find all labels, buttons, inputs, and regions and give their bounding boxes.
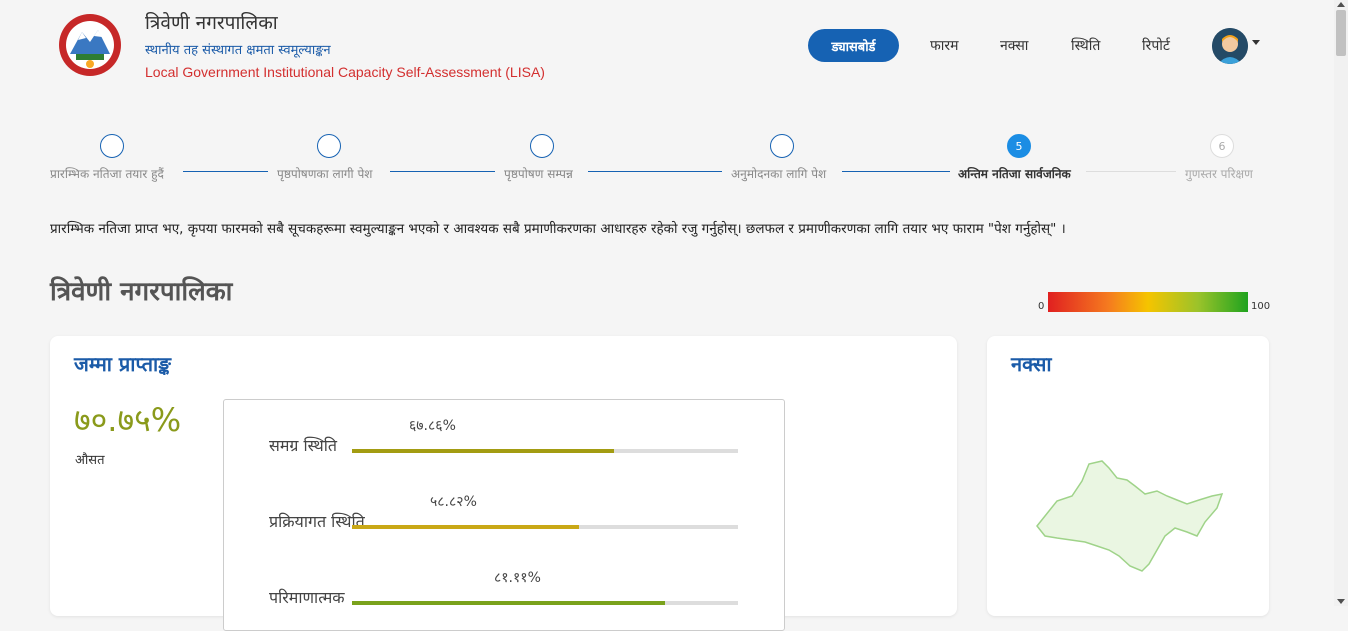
total-score-value: ७०.७५% bbox=[74, 401, 182, 439]
scroll-up-arrow-icon[interactable] bbox=[1337, 2, 1345, 7]
step-1-circle bbox=[100, 134, 124, 158]
header: त्रिवेणी नगरपालिका स्थानीय तह संस्थागत क… bbox=[0, 0, 1334, 100]
map-card-title: नक्सा bbox=[1011, 352, 1052, 376]
metric-label: समग्र स्थिति bbox=[269, 436, 338, 455]
metric-value: ६७.८६% bbox=[409, 418, 456, 434]
metric-bar-fill bbox=[352, 601, 666, 605]
step-5-label: अन्तिम नतिजा सार्वजनिक bbox=[958, 167, 1071, 181]
nav-status-link[interactable]: स्थिति bbox=[1071, 36, 1100, 55]
nepal-emblem-logo[interactable] bbox=[52, 12, 128, 78]
step-1-label: प्रारम्भिक नतिजा तयार हुदैं bbox=[50, 167, 164, 181]
step-6-label: गुणस्तर परिक्षण bbox=[1185, 167, 1253, 181]
step-connector bbox=[390, 171, 495, 172]
metric-label: परिमाणात्मक bbox=[269, 588, 345, 607]
nav-report-link[interactable]: रिपोर्ट bbox=[1142, 36, 1170, 55]
step-2-circle bbox=[317, 134, 341, 158]
metric-value: ५८.८२% bbox=[430, 494, 477, 510]
brand-subtitle-english: Local Government Institutional Capacity … bbox=[145, 64, 545, 80]
nav-map-link[interactable]: नक्सा bbox=[1000, 36, 1028, 55]
legend-max-label: 100 bbox=[1251, 301, 1271, 312]
metrics-panel: ६७.८६% समग्र स्थिति ५८.८२% प्रक्रियागत स… bbox=[223, 399, 785, 631]
brand-title: त्रिवेणी नगरपालिका bbox=[145, 12, 278, 34]
metric-bar-fill bbox=[352, 449, 614, 453]
instruction-notice: प्रारम्भिक नतिजा प्राप्त भए, कृपया फारमक… bbox=[50, 221, 1066, 237]
scrollbar-thumb[interactable] bbox=[1336, 10, 1346, 56]
total-score-card: जम्मा प्राप्ताङ्क ७०.७५% औसत ६७.८६% समग्… bbox=[50, 336, 957, 631]
step-3-label: पृष्ठपोषण सम्पन्न bbox=[504, 167, 573, 181]
map-card: नक्सा bbox=[987, 336, 1269, 616]
step-connector bbox=[183, 171, 268, 172]
metric-bar-track bbox=[352, 601, 738, 605]
metric-bar-track bbox=[352, 449, 738, 453]
brand-subtitle-nepali: स्थानीय तह संस्थागत क्षमता स्वमूल्याङ्कन bbox=[145, 43, 331, 58]
metric-bar-fill bbox=[352, 525, 580, 529]
step-connector bbox=[588, 171, 722, 172]
nav-dashboard-button[interactable]: ड्यासबोर्ड bbox=[808, 29, 899, 62]
step-5-circle: 5 bbox=[1007, 134, 1031, 158]
metric-bar-track bbox=[352, 525, 738, 529]
score-color-legend bbox=[1048, 292, 1248, 312]
page-scrollbar[interactable] bbox=[1334, 0, 1348, 606]
metric-value: ८१.११% bbox=[494, 570, 541, 586]
nav-form-link[interactable]: फारम bbox=[930, 36, 959, 55]
step-4-label: अनुमोदनका लागि पेश bbox=[731, 167, 827, 181]
metric-label: प्रक्रियागत स्थिति bbox=[269, 512, 365, 531]
page-title: त्रिवेणी नगरपालिका bbox=[50, 277, 233, 307]
step-4-circle bbox=[770, 134, 794, 158]
user-avatar[interactable] bbox=[1212, 28, 1248, 64]
municipality-map-shape[interactable] bbox=[1027, 456, 1227, 576]
step-2-label: पृष्ठपोषणका लागी पेश bbox=[277, 167, 373, 181]
average-label: औसत bbox=[75, 453, 105, 468]
step-connector bbox=[842, 171, 950, 172]
step-connector bbox=[1086, 171, 1176, 172]
total-score-title: जम्मा प्राप्ताङ्क bbox=[74, 352, 171, 376]
scroll-down-arrow-icon[interactable] bbox=[1337, 599, 1345, 604]
step-6-circle: 6 bbox=[1210, 134, 1234, 158]
step-3-circle bbox=[530, 134, 554, 158]
user-menu-chevron-down-icon[interactable] bbox=[1252, 40, 1260, 45]
legend-min-label: 0 bbox=[1038, 301, 1045, 312]
